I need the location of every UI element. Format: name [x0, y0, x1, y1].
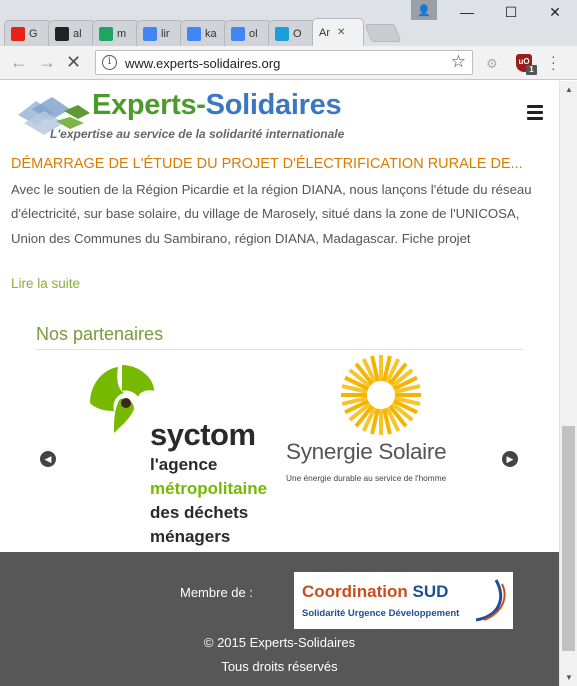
google-drive-icon	[99, 26, 113, 41]
browser-tab[interactable]: ka	[180, 20, 228, 46]
user-profile-icon[interactable]: 👤	[411, 0, 437, 20]
partner-logo-synergie-solaire[interactable]: Synergie Solaire Une énergie durable au …	[283, 351, 483, 501]
site-info-icon[interactable]: i	[102, 55, 117, 70]
syctom-name: syctom	[150, 417, 256, 452]
hamburger-menu-icon[interactable]	[527, 105, 543, 123]
syctom-line-3: des déchets	[150, 503, 249, 522]
tab-title: m	[117, 27, 127, 40]
coordination-sud-logo[interactable]: Coordination SUD Solidarité Urgence Déve…	[294, 572, 513, 629]
stop-loading-button[interactable]: ✕	[66, 52, 81, 72]
site-logo[interactable]: Experts-Solidaires L'expertise au servic…	[14, 89, 374, 141]
logo-tagline: L'expertise au service de la solidarité …	[50, 127, 345, 141]
carousel-next-button[interactable]: ▶	[502, 451, 518, 467]
tab-title: al	[73, 27, 82, 40]
browser-tab[interactable]: lir	[136, 20, 184, 46]
window-controls: 👤 — ☐ ✕	[411, 0, 577, 24]
browser-toolbar: ← → ✕ i www.experts-solidaires.org ☆ ⚙ u…	[0, 46, 577, 80]
partners-heading: Nos partenaires	[36, 324, 164, 344]
syctom-line-4: ménagers	[150, 527, 231, 546]
synergie-name: Synergie Solaire	[286, 439, 447, 464]
browser-tab[interactable]: al	[48, 20, 96, 46]
tab-title: O	[293, 27, 302, 40]
bd-icon	[275, 26, 289, 41]
sun-core	[367, 381, 395, 409]
tab-title: Ar	[319, 26, 330, 39]
close-tab-icon[interactable]: ✕	[337, 27, 345, 38]
scroll-up-arrow-icon[interactable]: ▲	[565, 85, 573, 94]
carousel-prev-button[interactable]: ◀	[40, 451, 56, 467]
post-title[interactable]: DÉMARRAGE DE L'ÉTUDE DU PROJET D'ÉLECTRI…	[11, 156, 523, 172]
close-window-button[interactable]: ✕	[533, 0, 577, 24]
syctom-line-1: l'agence	[150, 455, 218, 474]
google-icon	[143, 26, 157, 41]
browser-tab[interactable]: O	[268, 20, 316, 46]
ublock-extension-icon[interactable]: uO 1	[516, 54, 537, 75]
back-button[interactable]: ←	[10, 52, 28, 72]
read-more-link[interactable]: Lire la suite	[11, 276, 80, 291]
github-icon	[55, 26, 69, 41]
coordination-sud-name: Coordination SUD	[302, 582, 449, 601]
web-page: Experts-Solidaires L'expertise au servic…	[0, 81, 559, 686]
copyright-text: © 2015 Experts-Solidaires	[203, 635, 356, 650]
member-label: Membre de :	[180, 585, 253, 600]
browser-tab[interactable]: Ar ✕	[312, 18, 364, 46]
partners-divider	[36, 349, 523, 350]
page-scrollbar[interactable]: ▲ ▼	[559, 81, 577, 686]
extension-icon[interactable]: ⚙	[486, 56, 498, 72]
scrollbar-thumb[interactable]	[562, 426, 575, 651]
tab-title: lir	[161, 27, 170, 40]
site-footer: Membre de : Coordination SUD Solidarité …	[0, 552, 559, 686]
browser-titlebar: Gal m lir ka ol O Ar ✕ 👤 — ☐ ✕	[0, 0, 577, 46]
scroll-down-arrow-icon[interactable]: ▼	[565, 673, 573, 682]
synergie-tagline: Une énergie durable au service de l'homm…	[286, 473, 447, 483]
maximize-button[interactable]: ☐	[489, 0, 533, 24]
google-icon	[187, 26, 201, 41]
tab-title: ol	[249, 27, 258, 40]
new-tab-button[interactable]	[364, 24, 402, 42]
syctom-leaf-icon	[90, 365, 154, 433]
rights-text: Tous droits réservés	[221, 659, 338, 674]
syctom-line-2: métropolitaine	[150, 479, 268, 498]
youtube-icon	[11, 26, 25, 41]
tab-title: ka	[205, 27, 217, 40]
tab-strip: Gal m lir ka ol O Ar ✕	[4, 18, 402, 46]
post-excerpt: Avec le soutien de la Région Picardie et…	[11, 182, 532, 246]
tab-title: G	[29, 27, 38, 40]
partner-logo-syctom[interactable]: syctom l'agence métropolitaine des déche…	[80, 359, 275, 554]
browser-tab[interactable]: ol	[224, 20, 272, 46]
bookmark-star-icon[interactable]: ☆	[451, 52, 466, 72]
coordination-swoosh-icon	[475, 579, 506, 622]
forward-button[interactable]: →	[38, 52, 56, 72]
url-text[interactable]: www.experts-solidaires.org	[125, 56, 280, 71]
browser-tab[interactable]: G	[4, 20, 52, 46]
browser-menu-icon[interactable]: · · ·	[551, 49, 556, 75]
minimize-button[interactable]: —	[445, 0, 489, 24]
coordination-sud-tagline: Solidarité Urgence Développement	[302, 608, 460, 619]
sun-icon	[341, 355, 421, 435]
google-icon	[231, 26, 245, 41]
address-bar[interactable]: i www.experts-solidaires.org ☆	[95, 50, 473, 75]
browser-tab[interactable]: m	[92, 20, 140, 46]
extension-badge: 1	[526, 65, 537, 75]
logo-name: Experts-Solidaires	[92, 89, 342, 121]
